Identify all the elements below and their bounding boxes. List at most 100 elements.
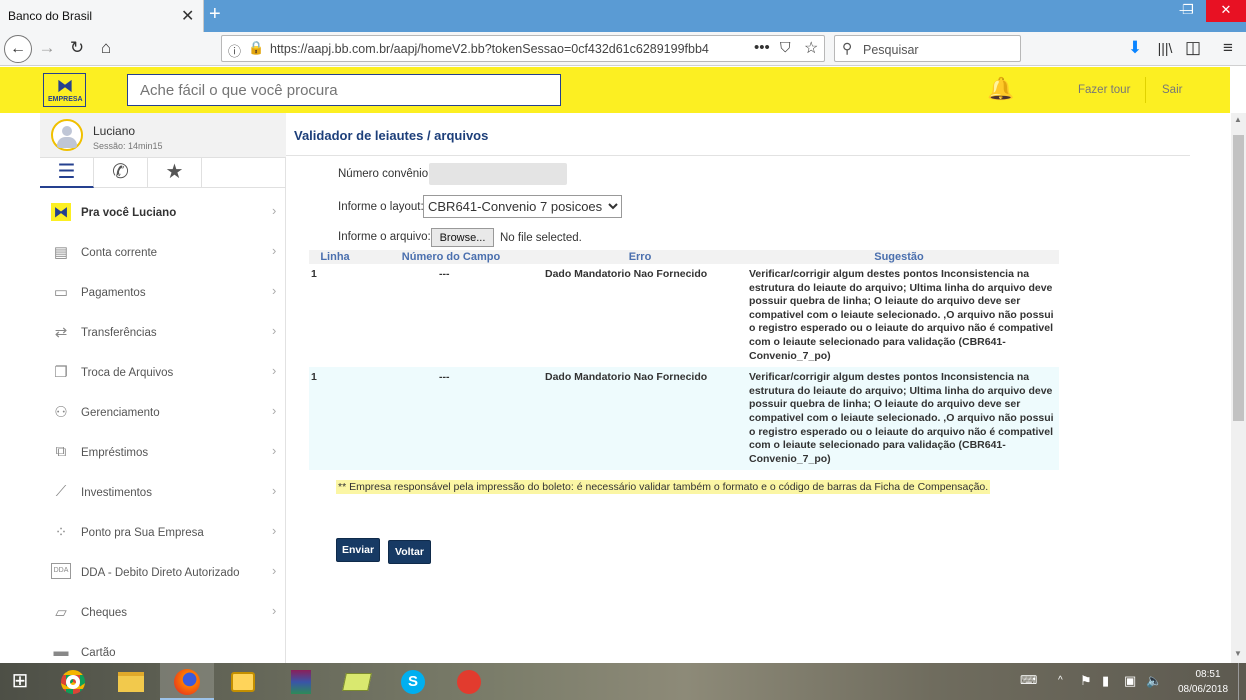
page-scrollbar[interactable]: ▲ ▼ <box>1231 113 1246 663</box>
url-bar[interactable]: ⓘ 🔒 https://aapj.bb.com.br/aapj/homeV2.b… <box>221 35 825 62</box>
table-row: 1 --- Dado Mandatorio Nao Fornecido Veri… <box>309 367 1059 471</box>
app-red-icon[interactable] <box>442 663 496 700</box>
keyboard-icon[interactable]: ⌨ <box>1020 673 1037 687</box>
layout-select[interactable]: CBR641-Convenio 7 posicoes <box>423 195 622 218</box>
winrar-icon[interactable] <box>274 663 328 700</box>
tray-expand-icon[interactable]: ^ <box>1058 675 1063 686</box>
file-label: Informe o arquivo: <box>338 231 431 243</box>
column-header-numero-campo: Número do Campo <box>361 250 541 264</box>
network-icon[interactable]: ▣ <box>1124 673 1136 689</box>
close-tab-icon[interactable]: ✕ <box>181 6 194 26</box>
logout-link[interactable]: Sair <box>1162 84 1182 96</box>
bookmark-star-icon[interactable]: ☆ <box>804 38 818 58</box>
table-header-row: Linha Número do Campo Erro Sugestão <box>309 250 1059 264</box>
sidebar-item-cheques[interactable]: ▱ Cheques › <box>40 593 286 633</box>
url-text[interactable]: https://aapj.bb.com.br/aapj/homeV2.bb?to… <box>270 42 720 56</box>
sidebar-item-pra-voce[interactable]: ⧓ Pra você Luciano › <box>40 193 286 233</box>
browser-search-bar[interactable]: ⚲ Pesquisar <box>834 35 1021 62</box>
info-icon[interactable]: ⓘ <box>228 41 241 60</box>
wallet-icon: ▤ <box>53 244 69 261</box>
maximize-icon[interactable]: ❐ <box>1170 0 1206 22</box>
chrome-icon[interactable] <box>46 663 100 700</box>
chevron-right-icon: › <box>272 603 277 618</box>
home-icon[interactable]: ⌂ <box>95 38 117 58</box>
avatar[interactable] <box>51 119 83 151</box>
download-icon[interactable]: ⬇ <box>1124 38 1146 58</box>
avatar-head <box>62 126 72 136</box>
flag-icon[interactable]: ⚑ <box>1080 673 1092 689</box>
people-icon: ⚇ <box>54 404 68 421</box>
notes-app-icon[interactable] <box>330 663 384 700</box>
sidebar-item-cartao[interactable]: ▬ Cartão <box>40 633 286 663</box>
bb-logo-icon: ⧓ <box>57 78 73 95</box>
outlook-icon[interactable] <box>216 663 270 700</box>
cheque-icon: ▱ <box>55 604 67 621</box>
tab-phone-icon[interactable]: ✆ <box>94 158 148 188</box>
sidebar-item-troca-de-arquivos[interactable]: ❐ Troca de Arquivos › <box>40 353 286 393</box>
user-panel: Luciano Sessão: 14min15 <box>40 113 286 158</box>
scroll-up-icon[interactable]: ▲ <box>1234 115 1242 124</box>
volume-icon[interactable]: 🔈 <box>1146 673 1162 689</box>
user-name: Luciano <box>93 124 136 138</box>
clock-time[interactable]: 08:51 <box>1190 669 1226 680</box>
notification-bell-icon[interactable]: 🔔 <box>987 76 1014 102</box>
header-divider <box>1145 77 1146 103</box>
page-title-bar: Validador de leiautes / arquivos <box>286 113 1190 156</box>
sidebar-item-label: Ponto pra Sua Empresa <box>81 527 204 539</box>
reload-icon[interactable]: ↻ <box>66 38 88 58</box>
lock-warning-icon[interactable]: 🔒 <box>248 40 264 56</box>
sidebar-item-label: Transferências <box>81 327 157 339</box>
sidebar-item-investimentos[interactable]: ⟋ Investimentos › <box>40 473 286 513</box>
windows-start-icon[interactable]: ⊞ <box>0 663 40 700</box>
battery-icon[interactable]: ▮ <box>1102 673 1109 689</box>
chevron-right-icon: › <box>272 443 277 458</box>
chevron-right-icon: › <box>272 563 277 578</box>
new-tab-icon[interactable]: + <box>209 3 221 26</box>
clock-date[interactable]: 08/06/2018 <box>1175 684 1231 695</box>
sidebar-toggle-icon[interactable]: ◫ <box>1182 38 1204 58</box>
scrollbar-thumb[interactable] <box>1233 135 1244 421</box>
tour-link[interactable]: Fazer tour <box>1078 84 1130 96</box>
column-header-linha: Linha <box>309 250 361 264</box>
skype-icon[interactable]: S <box>386 663 440 700</box>
window-close-icon[interactable]: ✕ <box>1206 0 1246 22</box>
firefox-icon[interactable] <box>160 663 214 700</box>
file-explorer-icon[interactable] <box>104 663 158 700</box>
cell-sugestao: Verificar/corrigir algum destes pontos I… <box>749 268 1054 362</box>
page-actions-icon[interactable]: ••• <box>754 39 770 56</box>
tab-menu-hamburger-icon[interactable]: ☰ <box>40 158 94 188</box>
forward-arrow-icon[interactable]: → <box>36 38 58 58</box>
browse-file-button[interactable]: Browse... <box>431 228 494 247</box>
sidebar-item-ponto-pra-sua-empresa[interactable]: ⁘ Ponto pra Sua Empresa › <box>40 513 286 553</box>
hamburger-menu-icon[interactable]: ≡ <box>1217 38 1239 58</box>
scroll-down-icon[interactable]: ▼ <box>1234 649 1242 658</box>
submit-button[interactable]: Enviar <box>336 538 380 562</box>
avatar-body <box>57 137 77 148</box>
sidebar-item-emprestimos[interactable]: ⧉ Empréstimos › <box>40 433 286 473</box>
tab-favorites-star-icon[interactable]: ★ <box>148 158 202 188</box>
back-button[interactable]: Voltar <box>388 540 431 564</box>
cell-erro: Dado Mandatorio Nao Fornecido <box>545 268 708 280</box>
back-arrow-icon[interactable]: ← <box>4 35 32 63</box>
main-content: Validador de leiautes / arquivos Número … <box>286 113 1231 663</box>
site-search[interactable] <box>127 74 561 106</box>
bb-logo[interactable]: ⧓ EMPRESA <box>43 73 86 107</box>
library-icon[interactable]: |||\ <box>1154 40 1176 56</box>
cell-erro: Dado Mandatorio Nao Fornecido <box>541 367 739 471</box>
show-desktop-button[interactable] <box>1238 663 1246 700</box>
sidebar-item-gerenciamento[interactable]: ⚇ Gerenciamento › <box>40 393 286 433</box>
sidebar-item-transferencias[interactable]: ⇄ Transferências › <box>40 313 286 353</box>
sidebar-item-conta-corrente[interactable]: ▤ Conta corrente › <box>40 233 286 273</box>
dda-icon: DDA <box>51 563 71 579</box>
pocket-icon[interactable]: ⛉ <box>780 39 791 56</box>
browser-toolbar: ← → ↻ ⌂ ⓘ 🔒 https://aapj.bb.com.br/aapj/… <box>0 32 1246 66</box>
cell-numero-campo: --- <box>361 367 541 471</box>
site-search-input[interactable] <box>128 75 560 105</box>
sidebar-item-pagamentos[interactable]: ▭ Pagamentos › <box>40 273 286 313</box>
loan-icon: ⧉ <box>55 443 67 460</box>
sidebar-item-label: Pagamentos <box>81 287 146 299</box>
cell-linha: 1 <box>311 268 317 280</box>
column-header-sugestao: Sugestão <box>739 250 1059 264</box>
sidebar-item-dda[interactable]: DDA DDA - Debito Direto Autorizado › <box>40 553 286 593</box>
browser-tab[interactable]: Banco do Brasil ✕ <box>0 0 204 32</box>
